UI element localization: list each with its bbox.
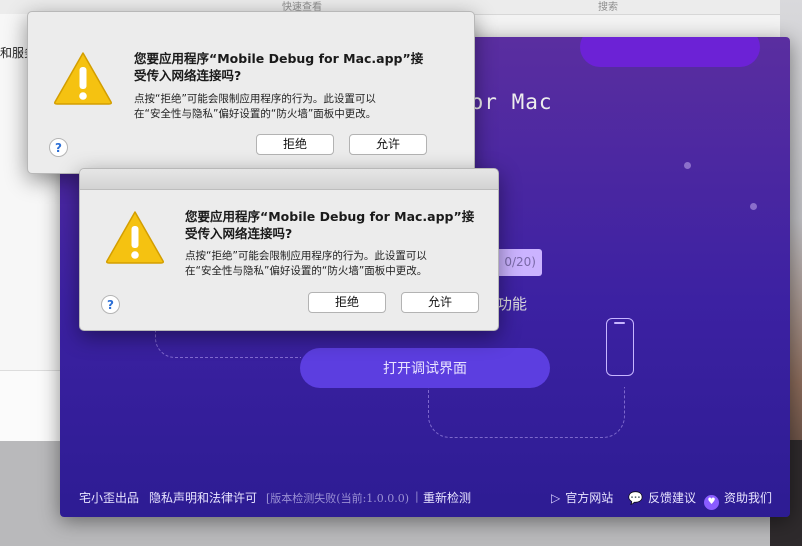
dialog-info-line-1: 点按“拒绝”可能会限制应用程序的行为。此设置可以: [134, 93, 376, 105]
firewall-dialog-front: 您要应用程序“Mobile Debug for Mac.app”接 受传入网络连…: [79, 168, 499, 331]
recheck-link[interactable]: 重新检测: [423, 489, 471, 506]
background-lower-panel: [0, 370, 60, 441]
search-label[interactable]: 搜索: [598, 0, 618, 13]
dialog-message-line-2: 受传入网络连接吗?: [134, 68, 242, 83]
connector-line: [428, 387, 625, 438]
dialog-info-line-2: 在“安全性与隐私”偏好设置的“防火墙”面板中更改。: [185, 265, 428, 277]
help-button[interactable]: ?: [101, 295, 120, 314]
warning-icon: [106, 211, 164, 264]
deny-button[interactable]: 拒绝: [308, 292, 386, 313]
play-icon: ▷: [551, 491, 561, 505]
allow-button[interactable]: 允许: [349, 134, 427, 155]
feedback-link[interactable]: 💬 反馈建议: [628, 489, 696, 506]
donate-icon: ♥: [704, 495, 719, 510]
allow-button[interactable]: 允许: [401, 292, 479, 313]
privacy-link[interactable]: 隐私声明和法律许可: [149, 489, 257, 506]
phone-icon: [606, 318, 634, 376]
dialog-message: 您要应用程序“Mobile Debug for Mac.app”接 受传入网络连…: [134, 50, 423, 84]
chat-bubble-icon: 💬: [628, 491, 643, 505]
version-status: [版本检测失败(当前:1.0.0.0): [266, 492, 410, 505]
donate-label: 资助我们: [724, 491, 773, 505]
dialog-message: 您要应用程序“Mobile Debug for Mac.app”接 受传入网络连…: [185, 208, 474, 242]
decorative-pill: [580, 37, 760, 67]
deny-button[interactable]: 拒绝: [256, 134, 334, 155]
footer-separator: |: [415, 490, 419, 503]
website-label: 官方网站: [565, 491, 614, 505]
firewall-dialog: 您要应用程序“Mobile Debug for Mac.app”接 受传入网络连…: [27, 11, 475, 174]
dialog-info: 点按“拒绝”可能会限制应用程序的行为。此设置可以 在“安全性与隐私”偏好设置的“…: [134, 92, 376, 122]
dialog-info-line-2: 在“安全性与隐私”偏好设置的“防火墙”面板中更改。: [134, 108, 377, 120]
decorative-dot: [750, 203, 757, 210]
donate-link[interactable]: ♥ 资助我们: [704, 489, 772, 510]
app-footer: 宅小歪出品 隐私声明和法律许可 [版本检测失败(当前:1.0.0.0) | 重新…: [60, 475, 790, 517]
feedback-label: 反馈建议: [647, 491, 696, 505]
function-label: 功能: [497, 295, 528, 313]
warning-icon: [54, 52, 112, 105]
dialog-message-line-1: 您要应用程序“Mobile Debug for Mac.app”接: [134, 51, 424, 66]
decorative-dot: [684, 162, 691, 169]
website-link[interactable]: ▷ 官方网站: [551, 489, 613, 506]
open-debug-button[interactable]: 打开调试界面: [300, 348, 550, 388]
dialog-message-line-2: 受传入网络连接吗?: [185, 226, 293, 241]
dialog-info-line-1: 点按“拒绝”可能会限制应用程序的行为。此设置可以: [185, 250, 427, 262]
dialog-message-line-1: 您要应用程序“Mobile Debug for Mac.app”接: [185, 209, 475, 224]
dialog-titlebar: [80, 169, 498, 190]
author-label: 宅小歪出品: [79, 491, 140, 505]
help-button[interactable]: ?: [49, 138, 68, 157]
dialog-info: 点按“拒绝”可能会限制应用程序的行为。此设置可以 在“安全性与隐私”偏好设置的“…: [185, 249, 427, 279]
